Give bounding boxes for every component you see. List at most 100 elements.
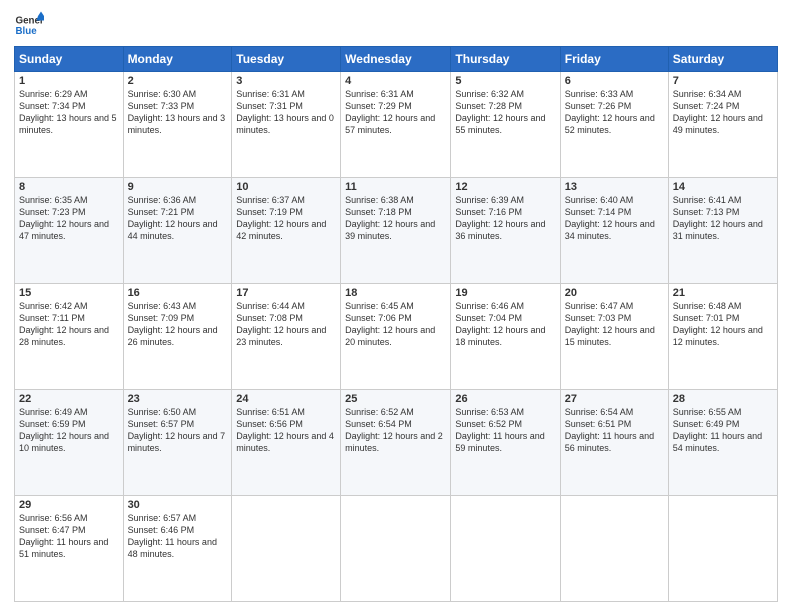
day-info: Sunrise: 6:31 AMSunset: 7:31 PMDaylight:…: [236, 88, 336, 137]
day-number: 8: [19, 181, 119, 193]
table-row: 16Sunrise: 6:43 AMSunset: 7:09 PMDayligh…: [123, 284, 232, 390]
day-info: Sunrise: 6:49 AMSunset: 6:59 PMDaylight:…: [19, 406, 119, 455]
day-number: 7: [673, 75, 773, 87]
col-header-wednesday: Wednesday: [341, 47, 451, 72]
day-number: 13: [565, 181, 664, 193]
table-row: 15Sunrise: 6:42 AMSunset: 7:11 PMDayligh…: [15, 284, 124, 390]
day-info: Sunrise: 6:55 AMSunset: 6:49 PMDaylight:…: [673, 406, 773, 455]
table-row: 10Sunrise: 6:37 AMSunset: 7:19 PMDayligh…: [232, 178, 341, 284]
table-row: 18Sunrise: 6:45 AMSunset: 7:06 PMDayligh…: [341, 284, 451, 390]
logo: General Blue: [14, 10, 44, 40]
day-number: 23: [128, 393, 228, 405]
table-row: 27Sunrise: 6:54 AMSunset: 6:51 PMDayligh…: [560, 390, 668, 496]
day-info: Sunrise: 6:41 AMSunset: 7:13 PMDaylight:…: [673, 194, 773, 243]
day-info: Sunrise: 6:50 AMSunset: 6:57 PMDaylight:…: [128, 406, 228, 455]
table-row: 25Sunrise: 6:52 AMSunset: 6:54 PMDayligh…: [341, 390, 451, 496]
day-number: 10: [236, 181, 336, 193]
table-row: 24Sunrise: 6:51 AMSunset: 6:56 PMDayligh…: [232, 390, 341, 496]
day-number: 11: [345, 181, 446, 193]
day-info: Sunrise: 6:29 AMSunset: 7:34 PMDaylight:…: [19, 88, 119, 137]
day-info: Sunrise: 6:40 AMSunset: 7:14 PMDaylight:…: [565, 194, 664, 243]
day-info: Sunrise: 6:38 AMSunset: 7:18 PMDaylight:…: [345, 194, 446, 243]
table-row: 17Sunrise: 6:44 AMSunset: 7:08 PMDayligh…: [232, 284, 341, 390]
day-info: Sunrise: 6:53 AMSunset: 6:52 PMDaylight:…: [455, 406, 555, 455]
day-info: Sunrise: 6:34 AMSunset: 7:24 PMDaylight:…: [673, 88, 773, 137]
day-number: 5: [455, 75, 555, 87]
table-row: 1Sunrise: 6:29 AMSunset: 7:34 PMDaylight…: [15, 72, 124, 178]
table-row: 21Sunrise: 6:48 AMSunset: 7:01 PMDayligh…: [668, 284, 777, 390]
table-row: 30Sunrise: 6:57 AMSunset: 6:46 PMDayligh…: [123, 496, 232, 602]
day-info: Sunrise: 6:31 AMSunset: 7:29 PMDaylight:…: [345, 88, 446, 137]
col-header-thursday: Thursday: [451, 47, 560, 72]
table-row: 11Sunrise: 6:38 AMSunset: 7:18 PMDayligh…: [341, 178, 451, 284]
col-header-monday: Monday: [123, 47, 232, 72]
col-header-saturday: Saturday: [668, 47, 777, 72]
table-row: 5Sunrise: 6:32 AMSunset: 7:28 PMDaylight…: [451, 72, 560, 178]
day-info: Sunrise: 6:36 AMSunset: 7:21 PMDaylight:…: [128, 194, 228, 243]
calendar: SundayMondayTuesdayWednesdayThursdayFrid…: [14, 46, 778, 602]
table-row: [560, 496, 668, 602]
day-info: Sunrise: 6:45 AMSunset: 7:06 PMDaylight:…: [345, 300, 446, 349]
day-info: Sunrise: 6:39 AMSunset: 7:16 PMDaylight:…: [455, 194, 555, 243]
day-number: 30: [128, 499, 228, 511]
col-header-friday: Friday: [560, 47, 668, 72]
table-row: 13Sunrise: 6:40 AMSunset: 7:14 PMDayligh…: [560, 178, 668, 284]
table-row: 12Sunrise: 6:39 AMSunset: 7:16 PMDayligh…: [451, 178, 560, 284]
day-number: 21: [673, 287, 773, 299]
day-number: 19: [455, 287, 555, 299]
day-info: Sunrise: 6:52 AMSunset: 6:54 PMDaylight:…: [345, 406, 446, 455]
day-number: 6: [565, 75, 664, 87]
table-row: [668, 496, 777, 602]
day-info: Sunrise: 6:57 AMSunset: 6:46 PMDaylight:…: [128, 512, 228, 561]
day-number: 25: [345, 393, 446, 405]
day-number: 17: [236, 287, 336, 299]
table-row: 20Sunrise: 6:47 AMSunset: 7:03 PMDayligh…: [560, 284, 668, 390]
day-number: 24: [236, 393, 336, 405]
day-info: Sunrise: 6:30 AMSunset: 7:33 PMDaylight:…: [128, 88, 228, 137]
day-number: 27: [565, 393, 664, 405]
table-row: [232, 496, 341, 602]
table-row: [451, 496, 560, 602]
day-info: Sunrise: 6:33 AMSunset: 7:26 PMDaylight:…: [565, 88, 664, 137]
day-number: 1: [19, 75, 119, 87]
day-number: 12: [455, 181, 555, 193]
day-number: 20: [565, 287, 664, 299]
table-row: 2Sunrise: 6:30 AMSunset: 7:33 PMDaylight…: [123, 72, 232, 178]
day-number: 3: [236, 75, 336, 87]
svg-text:Blue: Blue: [16, 26, 38, 37]
day-number: 28: [673, 393, 773, 405]
day-info: Sunrise: 6:51 AMSunset: 6:56 PMDaylight:…: [236, 406, 336, 455]
table-row: 6Sunrise: 6:33 AMSunset: 7:26 PMDaylight…: [560, 72, 668, 178]
day-number: 16: [128, 287, 228, 299]
table-row: 8Sunrise: 6:35 AMSunset: 7:23 PMDaylight…: [15, 178, 124, 284]
table-row: 29Sunrise: 6:56 AMSunset: 6:47 PMDayligh…: [15, 496, 124, 602]
table-row: 3Sunrise: 6:31 AMSunset: 7:31 PMDaylight…: [232, 72, 341, 178]
day-info: Sunrise: 6:48 AMSunset: 7:01 PMDaylight:…: [673, 300, 773, 349]
day-number: 2: [128, 75, 228, 87]
day-number: 15: [19, 287, 119, 299]
day-info: Sunrise: 6:54 AMSunset: 6:51 PMDaylight:…: [565, 406, 664, 455]
table-row: 4Sunrise: 6:31 AMSunset: 7:29 PMDaylight…: [341, 72, 451, 178]
day-info: Sunrise: 6:47 AMSunset: 7:03 PMDaylight:…: [565, 300, 664, 349]
day-info: Sunrise: 6:56 AMSunset: 6:47 PMDaylight:…: [19, 512, 119, 561]
day-number: 9: [128, 181, 228, 193]
day-number: 18: [345, 287, 446, 299]
day-info: Sunrise: 6:42 AMSunset: 7:11 PMDaylight:…: [19, 300, 119, 349]
day-number: 4: [345, 75, 446, 87]
day-number: 22: [19, 393, 119, 405]
table-row: 26Sunrise: 6:53 AMSunset: 6:52 PMDayligh…: [451, 390, 560, 496]
table-row: 7Sunrise: 6:34 AMSunset: 7:24 PMDaylight…: [668, 72, 777, 178]
day-info: Sunrise: 6:46 AMSunset: 7:04 PMDaylight:…: [455, 300, 555, 349]
table-row: 22Sunrise: 6:49 AMSunset: 6:59 PMDayligh…: [15, 390, 124, 496]
table-row: 14Sunrise: 6:41 AMSunset: 7:13 PMDayligh…: [668, 178, 777, 284]
col-header-tuesday: Tuesday: [232, 47, 341, 72]
day-info: Sunrise: 6:44 AMSunset: 7:08 PMDaylight:…: [236, 300, 336, 349]
table-row: [341, 496, 451, 602]
day-number: 26: [455, 393, 555, 405]
day-info: Sunrise: 6:32 AMSunset: 7:28 PMDaylight:…: [455, 88, 555, 137]
day-info: Sunrise: 6:35 AMSunset: 7:23 PMDaylight:…: [19, 194, 119, 243]
table-row: 19Sunrise: 6:46 AMSunset: 7:04 PMDayligh…: [451, 284, 560, 390]
table-row: 28Sunrise: 6:55 AMSunset: 6:49 PMDayligh…: [668, 390, 777, 496]
day-info: Sunrise: 6:37 AMSunset: 7:19 PMDaylight:…: [236, 194, 336, 243]
table-row: 23Sunrise: 6:50 AMSunset: 6:57 PMDayligh…: [123, 390, 232, 496]
